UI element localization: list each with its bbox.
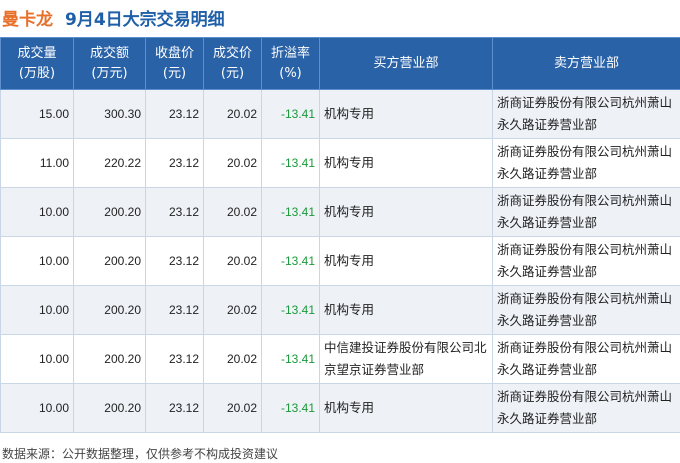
table-cell: -13.41 xyxy=(261,285,320,335)
table-cell: 200.20 xyxy=(73,187,146,237)
table-cell: 23.12 xyxy=(145,285,204,335)
table-body: 15.00 300.30 23.12 20.02 -13.41 机构专用 浙商证券股份有限公… xyxy=(0,89,680,433)
table-cell: 10.00 xyxy=(0,285,74,335)
table-cell: 机构专用 xyxy=(319,383,493,433)
table-cell: -13.41 xyxy=(261,89,320,139)
table-row: 10.00 200.20 23.12 20.02 -13.41 中信建投证券股份有限公司北… xyxy=(0,334,680,384)
table-row: 10.00 200.20 23.12 20.02 -13.41 机构专用 浙商证券股份有限公… xyxy=(0,383,680,433)
table-cell: 23.12 xyxy=(145,236,204,286)
table-cell: 10.00 xyxy=(0,236,74,286)
table-row: 11.00 220.22 23.12 20.02 -13.41 机构专用 浙商证券股份有限公… xyxy=(0,138,680,188)
table-cell: 浙商证券股份有限公司杭州萧山永久路证券营业部 xyxy=(492,285,680,335)
column-header: 折溢率 (%) xyxy=(261,37,320,90)
table-cell: 220.22 xyxy=(73,138,146,188)
table-cell: 浙商证券股份有限公司杭州萧山永久路证券营业部 xyxy=(492,138,680,188)
table-cell: 23.12 xyxy=(145,334,204,384)
table-cell: 200.20 xyxy=(73,334,146,384)
table-cell: 20.02 xyxy=(203,236,262,286)
table-cell: 10.00 xyxy=(0,383,74,433)
table-row: 15.00 300.30 23.12 20.02 -13.41 机构专用 浙商证券股份有限公… xyxy=(0,89,680,139)
table-cell: 浙商证券股份有限公司杭州萧山永久路证券营业部 xyxy=(492,89,680,139)
column-header: 成交量 (万股) xyxy=(0,37,74,90)
table-cell: 23.12 xyxy=(145,187,204,237)
title-bar: 曼卡龙 9月4日大宗交易明细 xyxy=(0,0,680,34)
table-cell: 300.30 xyxy=(73,89,146,139)
table-cell: 浙商证券股份有限公司杭州萧山永久路证券营业部 xyxy=(492,187,680,237)
table-cell: -13.41 xyxy=(261,236,320,286)
column-header: 收盘价 (元) xyxy=(145,37,204,90)
stock-name: 曼卡龙 xyxy=(2,9,53,30)
table-cell: 20.02 xyxy=(203,285,262,335)
table-row: 10.00 200.20 23.12 20.02 -13.41 机构专用 浙商证券股份有限公… xyxy=(0,285,680,335)
table-cell: 15.00 xyxy=(0,89,74,139)
table-cell: 机构专用 xyxy=(319,285,493,335)
table-cell: 浙商证券股份有限公司杭州萧山永久路证券营业部 xyxy=(492,334,680,384)
table-header-row: 成交量 (万股) 成交额 (万元) 收盘价 (元) 成交价 (元) 折溢率 (%) 买方营… xyxy=(0,37,680,90)
table-cell: 20.02 xyxy=(203,383,262,433)
table-cell: 中信建投证券股份有限公司北京望京证券营业部 xyxy=(319,334,493,384)
page-title: 9月4日大宗交易明细 xyxy=(65,9,225,30)
column-header: 成交额 (万元) xyxy=(73,37,146,90)
table-cell: 机构专用 xyxy=(319,138,493,188)
table-cell: -13.41 xyxy=(261,138,320,188)
table-cell: -13.41 xyxy=(261,334,320,384)
table-cell: 200.20 xyxy=(73,285,146,335)
column-header: 成交价 (元) xyxy=(203,37,262,90)
column-header: 买方营业部 xyxy=(319,37,493,90)
table-cell: 20.02 xyxy=(203,334,262,384)
table-cell: 机构专用 xyxy=(319,187,493,237)
table-cell: -13.41 xyxy=(261,383,320,433)
table-cell: 机构专用 xyxy=(319,89,493,139)
data-source-note: 数据来源：公开数据整理，仅供参考不构成投资建议 xyxy=(2,447,279,461)
table-cell: 10.00 xyxy=(0,187,74,237)
table-cell: 11.00 xyxy=(0,138,74,188)
table-cell: -13.41 xyxy=(261,187,320,237)
table-cell: 浙商证券股份有限公司杭州萧山永久路证券营业部 xyxy=(492,383,680,433)
block-trade-table: 成交量 (万股) 成交额 (万元) 收盘价 (元) 成交价 (元) 折溢率 (%) 买方营… xyxy=(0,37,680,433)
table-cell: 机构专用 xyxy=(319,236,493,286)
table-cell: 浙商证券股份有限公司杭州萧山永久路证券营业部 xyxy=(492,236,680,286)
table-row: 10.00 200.20 23.12 20.02 -13.41 机构专用 浙商证券股份有限公… xyxy=(0,187,680,237)
table-row: 10.00 200.20 23.12 20.02 -13.41 机构专用 浙商证券股份有限公… xyxy=(0,236,680,286)
table-cell: 23.12 xyxy=(145,138,204,188)
table-cell: 23.12 xyxy=(145,383,204,433)
table-cell: 10.00 xyxy=(0,334,74,384)
table-cell: 20.02 xyxy=(203,187,262,237)
table-cell: 200.20 xyxy=(73,236,146,286)
table-cell: 200.20 xyxy=(73,383,146,433)
table-cell: 23.12 xyxy=(145,89,204,139)
column-header: 卖方营业部 xyxy=(492,37,680,90)
table-cell: 20.02 xyxy=(203,138,262,188)
table-cell: 20.02 xyxy=(203,89,262,139)
